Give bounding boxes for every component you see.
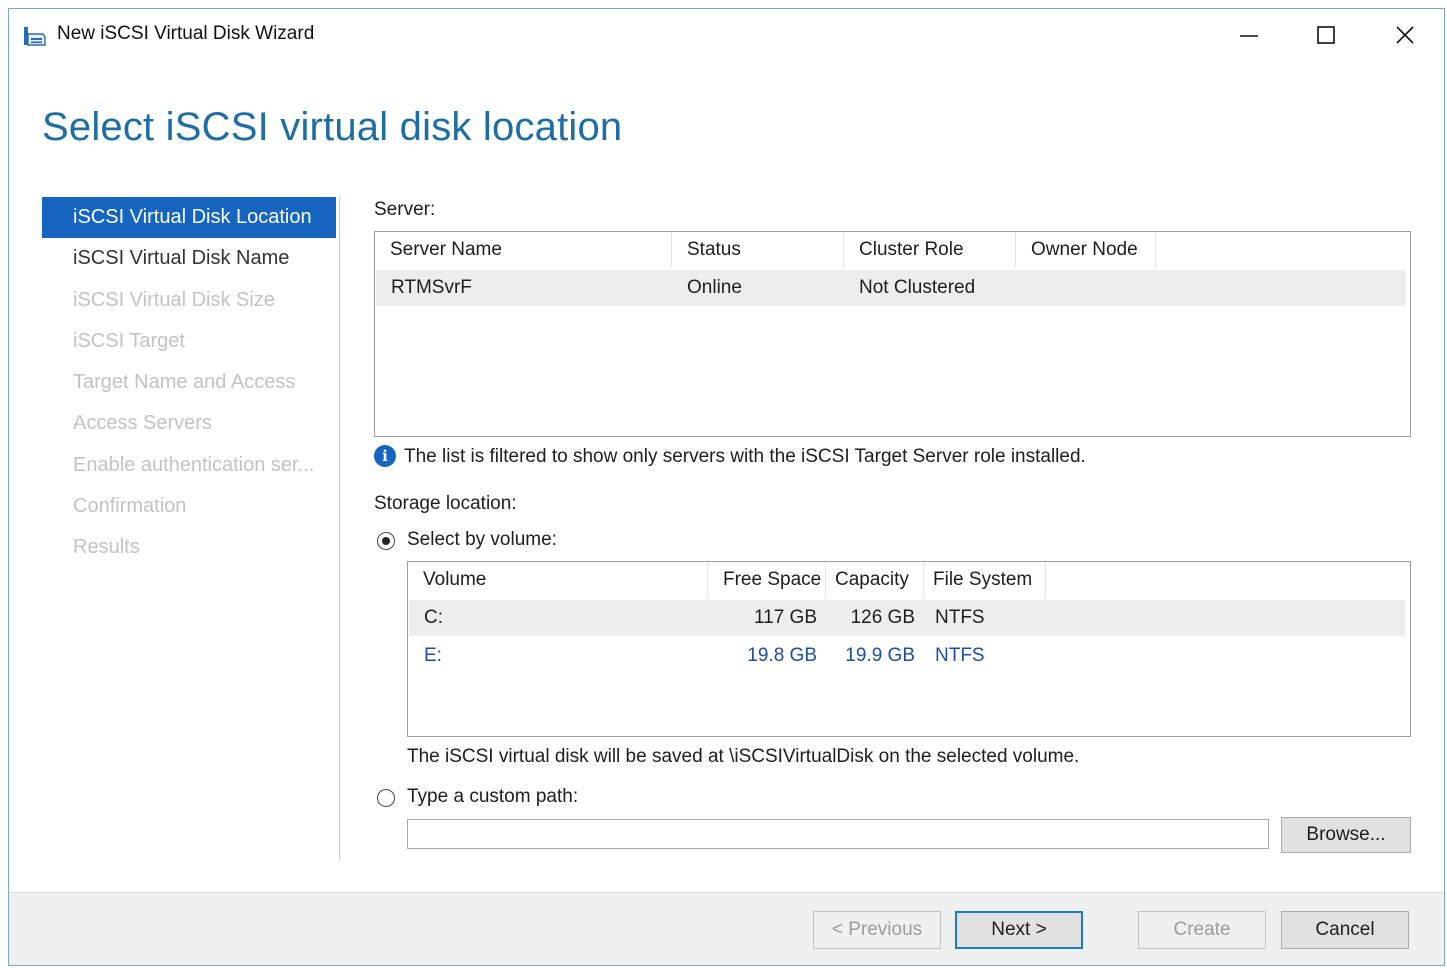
close-button[interactable] (1377, 19, 1433, 55)
capacity-cell: 126 GB (850, 607, 915, 628)
volume-list-header: Volume Free Space Capacity File System (408, 562, 1046, 598)
wizard-footer: < Previous Next > Create Cancel (9, 892, 1444, 965)
column-file-system[interactable]: File System (924, 562, 1046, 598)
browse-button[interactable]: Browse... (1281, 817, 1411, 853)
next-button[interactable]: Next > (955, 911, 1083, 949)
file-system-cell: NTFS (935, 645, 985, 666)
minimize-button[interactable] (1221, 19, 1277, 55)
column-volume[interactable]: Volume (408, 562, 708, 598)
server-name-cell: RTMSvrF (391, 277, 472, 298)
volume-list[interactable]: Volume Free Space Capacity File System C… (407, 561, 1411, 737)
server-row[interactable]: RTMSvrF Online Not Clustered (376, 270, 1406, 306)
custom-path-label[interactable]: Type a custom path: (407, 786, 578, 808)
column-capacity[interactable]: Capacity (826, 562, 924, 598)
server-manager-icon (23, 25, 47, 47)
save-location-note: The iSCSI virtual disk will be saved at … (407, 746, 1080, 767)
server-cluster-role-cell: Not Clustered (859, 277, 976, 298)
column-server-name[interactable]: Server Name (375, 232, 672, 268)
steps-divider (339, 197, 340, 861)
custom-path-input[interactable] (407, 819, 1269, 849)
volume-cell: E: (424, 645, 442, 666)
page-title: Select iSCSI virtual disk location (42, 105, 623, 149)
step-virtual-disk-size: iSCSI Virtual Disk Size (73, 288, 275, 311)
capacity-cell: 19.9 GB (845, 645, 915, 666)
step-confirmation: Confirmation (73, 495, 187, 518)
free-space-cell: 19.8 GB (747, 645, 817, 666)
maximize-button[interactable] (1298, 19, 1354, 55)
info-icon: i (374, 445, 396, 467)
wizard-window: New iSCSI Virtual Disk Wizard Select iSC… (8, 8, 1445, 966)
volume-cell: C: (424, 607, 443, 628)
minimize-icon (1239, 25, 1259, 50)
step-access-servers: Access Servers (73, 412, 212, 435)
radio-selected-dot (381, 536, 390, 545)
column-cluster-role[interactable]: Cluster Role (844, 232, 1016, 268)
maximize-icon (1316, 25, 1336, 50)
step-iscsi-target: iSCSI Target (73, 329, 185, 352)
step-virtual-disk-location[interactable]: iSCSI Virtual Disk Location (42, 197, 336, 239)
select-by-volume-radio[interactable] (377, 532, 395, 550)
previous-button[interactable]: < Previous (813, 911, 941, 949)
select-by-volume-label[interactable]: Select by volume: (407, 529, 557, 551)
title-bar: New iSCSI Virtual Disk Wizard (9, 9, 1444, 61)
server-status-cell: Online (687, 277, 742, 298)
free-space-cell: 117 GB (753, 607, 817, 628)
storage-location-label: Storage location: (374, 493, 517, 514)
step-virtual-disk-name[interactable]: iSCSI Virtual Disk Name (42, 238, 336, 279)
volume-row-c[interactable]: C: 117 GB 126 GB NTFS (409, 600, 1405, 636)
window-title: New iSCSI Virtual Disk Wizard (57, 23, 315, 44)
column-owner-node[interactable]: Owner Node (1016, 232, 1156, 268)
step-target-name-access: Target Name and Access (73, 371, 296, 394)
volume-row-e[interactable]: E: 19.8 GB 19.9 GB NTFS (409, 638, 1405, 674)
server-list-header: Server Name Status Cluster Role Owner No… (375, 232, 1156, 268)
server-label: Server: (374, 199, 436, 220)
cancel-button[interactable]: Cancel (1281, 911, 1409, 949)
step-results: Results (73, 536, 140, 559)
step-enable-authentication: Enable authentication ser... (73, 453, 315, 476)
column-status[interactable]: Status (672, 232, 844, 268)
server-list[interactable]: Server Name Status Cluster Role Owner No… (374, 231, 1411, 437)
column-free-space[interactable]: Free Space (708, 562, 826, 598)
wizard-steps: iSCSI Virtual Disk Location iSCSI Virtua… (42, 197, 336, 569)
server-owner-node-cell (1016, 270, 1156, 306)
custom-path-radio[interactable] (377, 789, 395, 807)
create-button[interactable]: Create (1138, 911, 1266, 949)
file-system-cell: NTFS (935, 607, 985, 628)
close-icon (1395, 25, 1415, 50)
filter-info-text: The list is filtered to show only server… (404, 446, 1086, 467)
